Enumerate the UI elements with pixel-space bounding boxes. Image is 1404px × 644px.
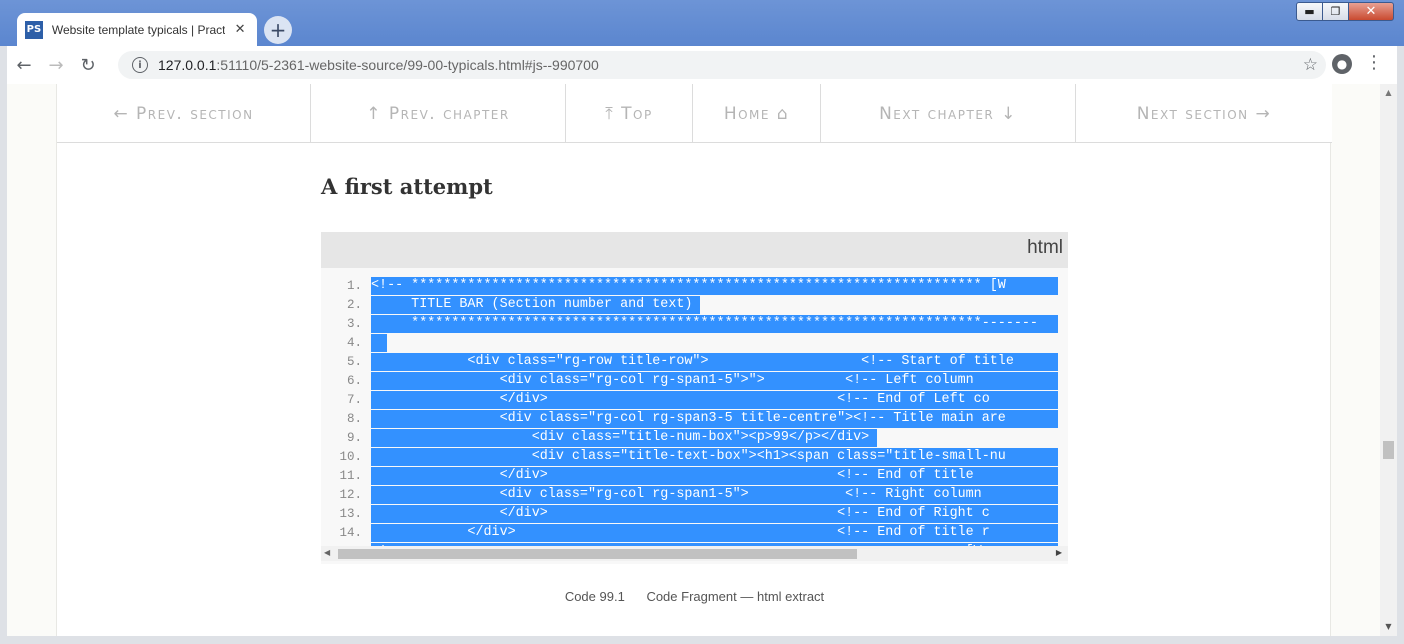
code-lines: 1. <!-- *********************************… [321,276,1068,561]
tab-title: Website template typicals | Practi [51,22,226,37]
line-text: <div class="rg-row title-row"> <!-- Star… [371,352,1058,371]
code-caption: Code 99.1 Code Fragment — html extract [321,589,1068,604]
code-body[interactable]: 1. <!-- *********************************… [321,268,1068,564]
code-line: 12. <div class="rg-col rg-span1-5"> <!--… [321,485,1068,504]
code-line: 7. </div> <!-- End of Left co [321,390,1068,409]
line-text: <div class="rg-col rg-span1-5">"> <!-- L… [371,371,1058,390]
line-text: </div> <!-- End of Right c [371,504,1058,523]
nav-link-2[interactable]: ⤒ Top [566,84,693,143]
line-text: <div class="rg-col rg-span1-5"> <!-- Rig… [371,485,1058,504]
line-text: <div class="title-text-box"><h1><span cl… [371,447,1058,466]
code-line: 11. </div> <!-- End of title [321,466,1068,485]
horizontal-scrollbar[interactable]: ◀ ▶ [321,546,1068,561]
line-number: 13. [339,506,362,521]
line-text: ****************************************… [371,314,1058,333]
code-line: 5. <div class="rg-row title-row"> <!-- S… [321,352,1068,371]
scroll-down-icon[interactable]: ▼ [1380,620,1397,634]
code-block: html 1. <!-- ****************************… [321,232,1068,564]
line-number: 5. [346,354,362,369]
code-line: 14. </div> <!-- End of title r [321,523,1068,542]
code-line: 3. *************************************… [321,314,1068,333]
line-number: 1. [346,278,362,293]
line-number: 9. [346,430,362,445]
nav-link-3[interactable]: Home ⌂ [693,84,821,143]
favicon-icon: PS [25,20,43,39]
new-tab-button[interactable]: + [264,16,292,44]
close-window-button[interactable]: ✕ [1348,2,1394,21]
line-number: 4. [346,335,362,350]
menu-kebab-icon[interactable]: ⋮ [1365,52,1383,73]
line-number: 14. [339,525,362,540]
nav-link-1[interactable]: ↑ Prev. chapter [311,84,566,143]
page-viewport: ← Prev. section ↑ Prev. chapter ⤒ Top Home … [7,84,1380,636]
address-bar[interactable]: i 127.0.0.1:51110/5-2361-website-source/… [118,51,1326,79]
nav-link-0[interactable]: ← Prev. section [57,84,311,143]
line-number: 12. [339,487,362,502]
forward-icon[interactable]: → [41,50,71,80]
line-text: TITLE BAR (Section number and text) [371,295,701,314]
line-number: 11. [339,468,362,483]
account-icon[interactable]: ● [1332,54,1352,74]
browser-toolbar: ← → ↻ i 127.0.0.1:51110/5-2361-website-s… [7,46,1397,84]
code-line: 8. <div class="rg-col rg-span3-5 title-c… [321,409,1068,428]
back-icon[interactable]: ← [9,50,39,80]
url-text[interactable]: 127.0.0.1:51110/5-2361-website-source/99… [158,57,599,73]
vertical-scrollbar[interactable]: ▲ ▼ [1380,84,1397,636]
line-text: </div> <!-- End of title [371,466,1058,485]
vertical-scroll-thumb[interactable] [1383,441,1394,459]
info-icon[interactable]: i [132,57,148,73]
line-number: 8. [346,411,362,426]
page-content: ← Prev. section ↑ Prev. chapter ⤒ Top Home … [56,84,1332,636]
line-text: <!-- ***********************************… [371,276,1058,295]
bookmark-star-icon[interactable]: ☆ [1303,55,1318,75]
browser-tab[interactable]: PS Website template typicals | Practi ✕ [17,13,257,46]
chapter-navigation: ← Prev. section ↑ Prev. chapter ⤒ Top Home … [57,84,1332,143]
code-line: 10. <div class="title-text-box"><h1><spa… [321,447,1068,466]
code-line: 2. TITLE BAR (Section number and text) [321,295,1068,314]
scroll-up-icon[interactable]: ▲ [1380,86,1397,100]
browser-window: PS Website template typicals | Practi ✕ … [0,0,1404,644]
line-number: 10. [339,449,362,464]
nav-link-4[interactable]: Next chapter ↓ [821,84,1076,143]
minimize-button[interactable]: ▬ [1296,2,1323,21]
code-line: 13. </div> <!-- End of Right c [321,504,1068,523]
line-number: 7. [346,392,362,407]
line-text: </div> <!-- End of Left co [371,390,1058,409]
line-text: <div class="rg-col rg-span3-5 title-cent… [371,409,1058,428]
line-number: 3. [346,316,362,331]
line-text: </div> <!-- End of title r [371,523,1058,542]
scroll-right-icon[interactable]: ▶ [1056,548,1062,557]
line-number: 6. [346,373,362,388]
caption-text: Code Fragment — html extract [646,589,825,604]
title-bar: PS Website template typicals | Practi ✕ … [0,0,1404,46]
code-language-label: html [1027,237,1063,258]
caption-number: Code 99.1 [564,589,625,604]
maximize-button[interactable]: ❐ [1322,2,1349,21]
code-line: 6. <div class="rg-col rg-span1-5">"> <!-… [321,371,1068,390]
line-text [371,333,388,352]
section-heading: A first attempt [321,174,493,199]
code-header: html [321,232,1068,268]
scroll-left-icon[interactable]: ◀ [324,548,330,557]
code-line: 4. [321,333,1068,352]
code-line: 9. <div class="title-num-box"><p>99</p><… [321,428,1068,447]
line-text: <div class="title-num-box"><p>99</p></di… [371,428,878,447]
horizontal-scroll-thumb[interactable] [338,549,857,559]
reload-icon[interactable]: ↻ [73,50,103,80]
tab-close-icon[interactable]: ✕ [231,21,249,39]
code-line: 1. <!-- *********************************… [321,276,1068,295]
nav-link-5[interactable]: Next section → [1076,84,1332,143]
line-number: 2. [346,297,362,312]
